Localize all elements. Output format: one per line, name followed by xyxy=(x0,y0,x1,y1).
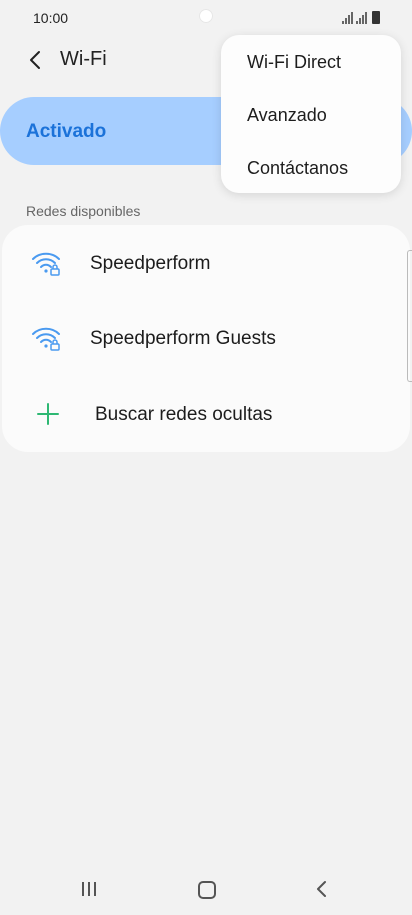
wifi-toggle-label: Activado xyxy=(26,121,107,142)
signal-icon xyxy=(342,12,353,24)
network-name: Speedperform Guests xyxy=(90,328,276,349)
navigation-bar xyxy=(0,868,412,915)
network-name: Speedperform xyxy=(90,253,211,274)
page-title: Wi-Fi xyxy=(60,48,107,70)
network-item[interactable]: Speedperform xyxy=(2,232,410,296)
back-icon[interactable] xyxy=(314,878,330,900)
menu-item-wifi-direct[interactable]: Wi-Fi Direct xyxy=(247,52,341,73)
wifi-lock-icon xyxy=(32,252,60,276)
add-hidden-network-label: Buscar redes ocultas xyxy=(95,404,273,425)
status-icons xyxy=(342,11,380,24)
menu-item-advanced[interactable]: Avanzado xyxy=(247,105,327,126)
home-icon[interactable] xyxy=(198,881,216,899)
network-item[interactable]: Speedperform Guests xyxy=(2,307,410,371)
scroll-indicator[interactable] xyxy=(407,250,412,382)
back-button[interactable] xyxy=(22,46,48,74)
recents-icon[interactable] xyxy=(82,882,96,896)
section-label-available-networks: Redes disponibles xyxy=(26,203,141,219)
status-bar: 10:00 xyxy=(0,0,412,36)
add-hidden-network-item[interactable]: Buscar redes ocultas xyxy=(2,383,410,447)
chevron-left-icon xyxy=(30,51,40,69)
networks-list: Speedperform Speedperform Guests Buscar … xyxy=(2,225,410,452)
signal-icon xyxy=(356,12,367,24)
front-camera xyxy=(199,9,213,23)
overflow-menu: Wi-Fi Direct Avanzado Contáctanos xyxy=(221,35,401,193)
status-time: 10:00 xyxy=(33,10,69,26)
menu-item-contact-us[interactable]: Contáctanos xyxy=(247,158,348,179)
battery-icon xyxy=(372,11,380,24)
plus-icon xyxy=(37,403,59,425)
wifi-lock-icon xyxy=(32,327,60,351)
